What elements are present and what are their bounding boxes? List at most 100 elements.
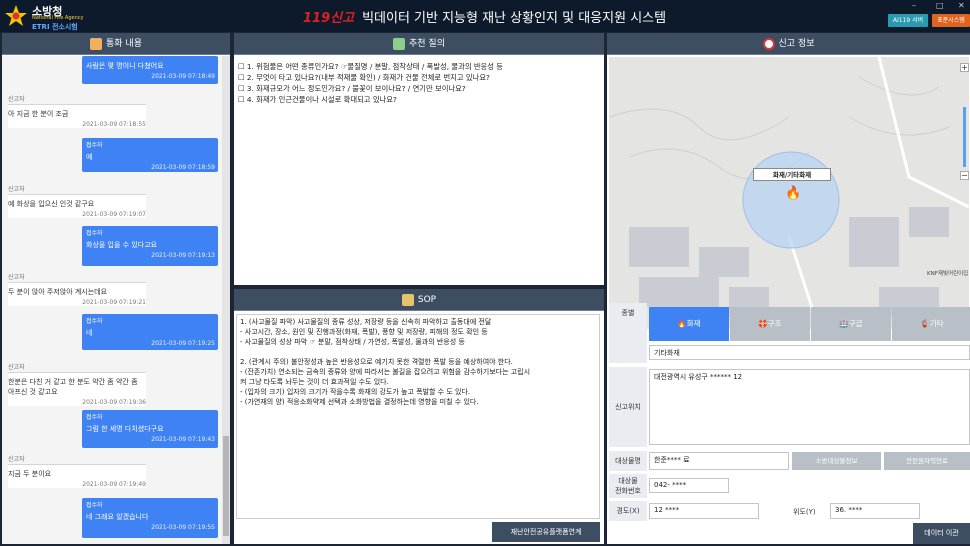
- recommend-question[interactable]: ☐ 2. 무엇이 타고 있나요?(내부 적재물 확인) / 화재가 건물 전체로…: [238, 72, 600, 83]
- category-detail-field[interactable]: 기타화재: [649, 345, 970, 360]
- location-field[interactable]: 대전광역시 유성구 ****** 12: [649, 369, 970, 445]
- chat-message-sender: 접수자: [86, 142, 103, 149]
- chat-message: 신고자 지금 두 분이요 2021-03-09 07:19:49: [8, 454, 146, 488]
- chat-message-time: 2021-03-09 07:18:49: [151, 73, 215, 80]
- chat-message-time: 2021-03-09 07:19:49: [8, 479, 146, 488]
- target-info-button[interactable]: 소방대상물정보: [792, 452, 881, 470]
- zoom-in-button[interactable]: +: [960, 63, 969, 72]
- chat-message-sender: 신고자: [8, 272, 146, 283]
- sop-line: 1. (사고물질 파악) 사고물질의 종류 성상, 저장량 등을 신속히 파악하…: [240, 318, 492, 326]
- chat-panel-title: 통화 내용: [106, 39, 142, 49]
- chat-message-time: 2021-03-09 07:19:25: [151, 340, 215, 347]
- recommend-panel: 추천 질의 ☐ 1. 위험물은 어떤 종류인가요? ☞물질명 / 분말, 점착상…: [234, 33, 604, 285]
- longitude-field[interactable]: 12 ****: [649, 503, 759, 519]
- data-transfer-button[interactable]: 데이터 이관: [913, 523, 970, 544]
- chat-message-sender: 신고자: [8, 184, 146, 195]
- chat-message-sender: 접수자: [86, 318, 103, 325]
- sop-panel: SOP 1. (사고물질 파악) 사고물질의 종류 성상, 저장량 등을 신속히…: [234, 289, 604, 544]
- sop-line: - (잔존가치) 연소되는 금속의 종류와 양에 따라서는 불길을 잡으려고 위…: [240, 368, 531, 376]
- chat-message: 접수자네 2021-03-09 07:19:25: [82, 314, 218, 350]
- report-panel-title: 신고 정보: [778, 39, 815, 49]
- category-label: 종별: [609, 303, 647, 363]
- fire-agency-emblem-icon: [5, 5, 27, 26]
- chat-message: 접수자 네 그래요 알겠습니다 2021-03-09 07:19:55: [82, 498, 218, 538]
- chat-message-text: 예 화상을 입으신 인것 같구요: [8, 195, 146, 209]
- chat-message-text: 그럼 한 세명 다치셨다구요: [86, 425, 164, 433]
- report-panel-header: 신고 정보: [607, 33, 970, 55]
- recommend-question[interactable]: ☐ 3. 화재규모가 어느 정도인가요? / 불꽃이 보이나요? / 연기만 보…: [238, 83, 600, 94]
- chat-message-sender: 접수자: [86, 230, 103, 237]
- ai119-server-button[interactable]: AI119 서버: [888, 14, 928, 27]
- minimize-icon[interactable]: –: [912, 1, 916, 10]
- chat-message: 사람은 몇 명이니 다쳤어요 2021-03-09 07:18:49: [82, 56, 218, 84]
- chat-message: 접수자그럼 한 세명 다치셨다구요 2021-03-09 07:19:43: [82, 410, 218, 448]
- chat-message-sender: 신고자: [8, 94, 146, 105]
- sop-line: - (가연재의 양) 적응소화약제 선택과 소화방법을 결정하는데 영향을 미칠…: [240, 398, 479, 406]
- chat-message-text: 아 지금 한 분이 조금: [8, 105, 146, 119]
- category-button[interactable]: 🔥화재: [649, 307, 729, 341]
- chat-message-time: 2021-03-09 07:19:55: [151, 524, 215, 531]
- document-icon: [401, 293, 414, 306]
- logo: 소방청 National Fire Agency ETRI 전소시험: [4, 2, 104, 31]
- maximize-icon[interactable]: □: [936, 1, 944, 10]
- alarm-clock-icon: [762, 37, 775, 50]
- disaster-platform-link-button[interactable]: 재난안전공유플랫폼연계: [492, 522, 600, 542]
- chat-message-time: 2021-03-09 07:18:59: [151, 164, 215, 171]
- brand-119: 119신고: [303, 11, 355, 26]
- standard-system-button[interactable]: 표준시스템: [932, 14, 970, 27]
- sop-text-area[interactable]: 1. (사고물질 파악) 사고물질의 종류 성상, 저장량 등을 신속히 파악하…: [236, 314, 600, 519]
- target-name-field[interactable]: 한준**** 료: [649, 452, 789, 470]
- category-button[interactable]: 🏥구급: [811, 307, 891, 341]
- chat-message-text: 사람은 몇 명이니 다쳤어요: [86, 62, 164, 70]
- chat-message-sender: 신고자: [8, 362, 146, 373]
- chat-message-sender: 신고자: [8, 454, 146, 465]
- app-title: 119신고 빅데이터 기반 지능형 재난 상황인지 및 대응지원 시스템: [303, 7, 666, 27]
- chat-list[interactable]: 사람은 몇 명이니 다쳤어요 2021-03-09 07:18:49 신고자 아 지금…: [2, 56, 222, 544]
- chat-message-time: 2021-03-09 07:18:55: [8, 119, 146, 128]
- chat-message: 신고자 두 분이 앉아 주저앉아 계시는데요 2021-03-09 07:19:21: [8, 272, 146, 306]
- latitude-label: 위도(Y): [793, 508, 816, 516]
- scrollbar-thumb[interactable]: [223, 436, 229, 536]
- recommend-question[interactable]: ☐ 4. 화재가 인근건물이나 시설로 확대되고 있나요?: [238, 94, 600, 105]
- sop-line: [240, 347, 596, 357]
- chat-panel-header: 통화 내용: [2, 33, 230, 55]
- zoom-slider[interactable]: [963, 107, 966, 167]
- recommend-panel-title: 추천 질의: [409, 39, 445, 49]
- map-view[interactable]: 화재/기타화재 🔥 + − KNF재빛어린이집 50m kakao: [609, 57, 969, 329]
- zoom-out-button[interactable]: −: [960, 171, 969, 180]
- operator-icon: [90, 37, 102, 50]
- sop-line: 켜 그냥 타도록 놔두는 것이 더 효과적일 수도 있다.: [240, 378, 389, 386]
- chat-message-text: 네: [86, 329, 93, 337]
- chat-message: 신고자 예 화상을 입으신 인것 같구요 2021-03-09 07:19:07: [8, 184, 146, 218]
- chat-message-sender: 접수자: [86, 414, 103, 421]
- close-icon[interactable]: ✕: [958, 1, 965, 10]
- chat-message-time: 2021-03-09 07:19:36: [8, 397, 146, 406]
- chat-message-text: 네 그래요 알겠습니다: [86, 513, 149, 521]
- chat-message: 접수자예 2021-03-09 07:18:59: [82, 138, 218, 172]
- chat-message-time: 2021-03-09 07:19:07: [8, 209, 146, 218]
- sop-line: 2. (관계시 주의) 불안정성과 높은 반응성으로 예기치 못한 격렬한 폭발…: [240, 358, 513, 366]
- chat-message: 신고자 한분은 다친 거 같고 한 분도 약간 좀 약간 좀 아프신 것 같고요 2…: [8, 362, 146, 406]
- fire-marker-icon[interactable]: 🔥: [785, 186, 801, 201]
- category-button[interactable]: 🧯기타: [892, 307, 970, 341]
- target-name-label: 대상물명: [609, 451, 647, 471]
- chat-message-text: 두 분이 앉아 주저앉아 계시는데요: [8, 283, 146, 297]
- chat-message: 신고자 아 지금 한 분이 조금 2021-03-09 07:18:55: [8, 94, 146, 128]
- recommend-question[interactable]: ☐ 1. 위험물은 어떤 종류인가요? ☞물질명 / 분말, 점착상태 / 폭발…: [238, 61, 600, 72]
- chat-panel: 통화 내용 사람은 몇 명이니 다쳤어요 2021-03-09 07:18:49 신…: [2, 33, 230, 544]
- category-button[interactable]: 🛟구조: [730, 307, 810, 341]
- logo-partner: ETRI 전소시험: [32, 23, 78, 31]
- chat-message-text: 한분은 다친 거 같고 한 분도 약간 좀 약간 좀 아프신 것 같고요: [8, 373, 146, 397]
- chat-scrollbar[interactable]: [222, 56, 230, 544]
- latitude-field[interactable]: 36. ****: [830, 503, 920, 519]
- chat-message-time: 2021-03-09 07:19:21: [8, 297, 146, 306]
- location-label: 신고위치: [609, 367, 647, 447]
- app-title-text: 빅데이터 기반 지능형 재난 상황인지 및 대응지원 시스템: [362, 11, 667, 26]
- chat-message-text: 예: [86, 153, 93, 161]
- target-phone-field[interactable]: 042- ****: [649, 478, 729, 493]
- map-place-label: KNF재빛어린이집: [927, 271, 969, 277]
- recommend-question-list: ☐ 1. 위험물은 어떤 종류인가요? ☞물질명 / 분말, 점착상태 / 폭발…: [238, 61, 600, 105]
- sop-panel-header: SOP: [234, 289, 604, 311]
- safety-fuel-button[interactable]: 안전원자력연료: [884, 452, 970, 470]
- chat-message-time: 2021-03-09 07:19:43: [151, 436, 215, 443]
